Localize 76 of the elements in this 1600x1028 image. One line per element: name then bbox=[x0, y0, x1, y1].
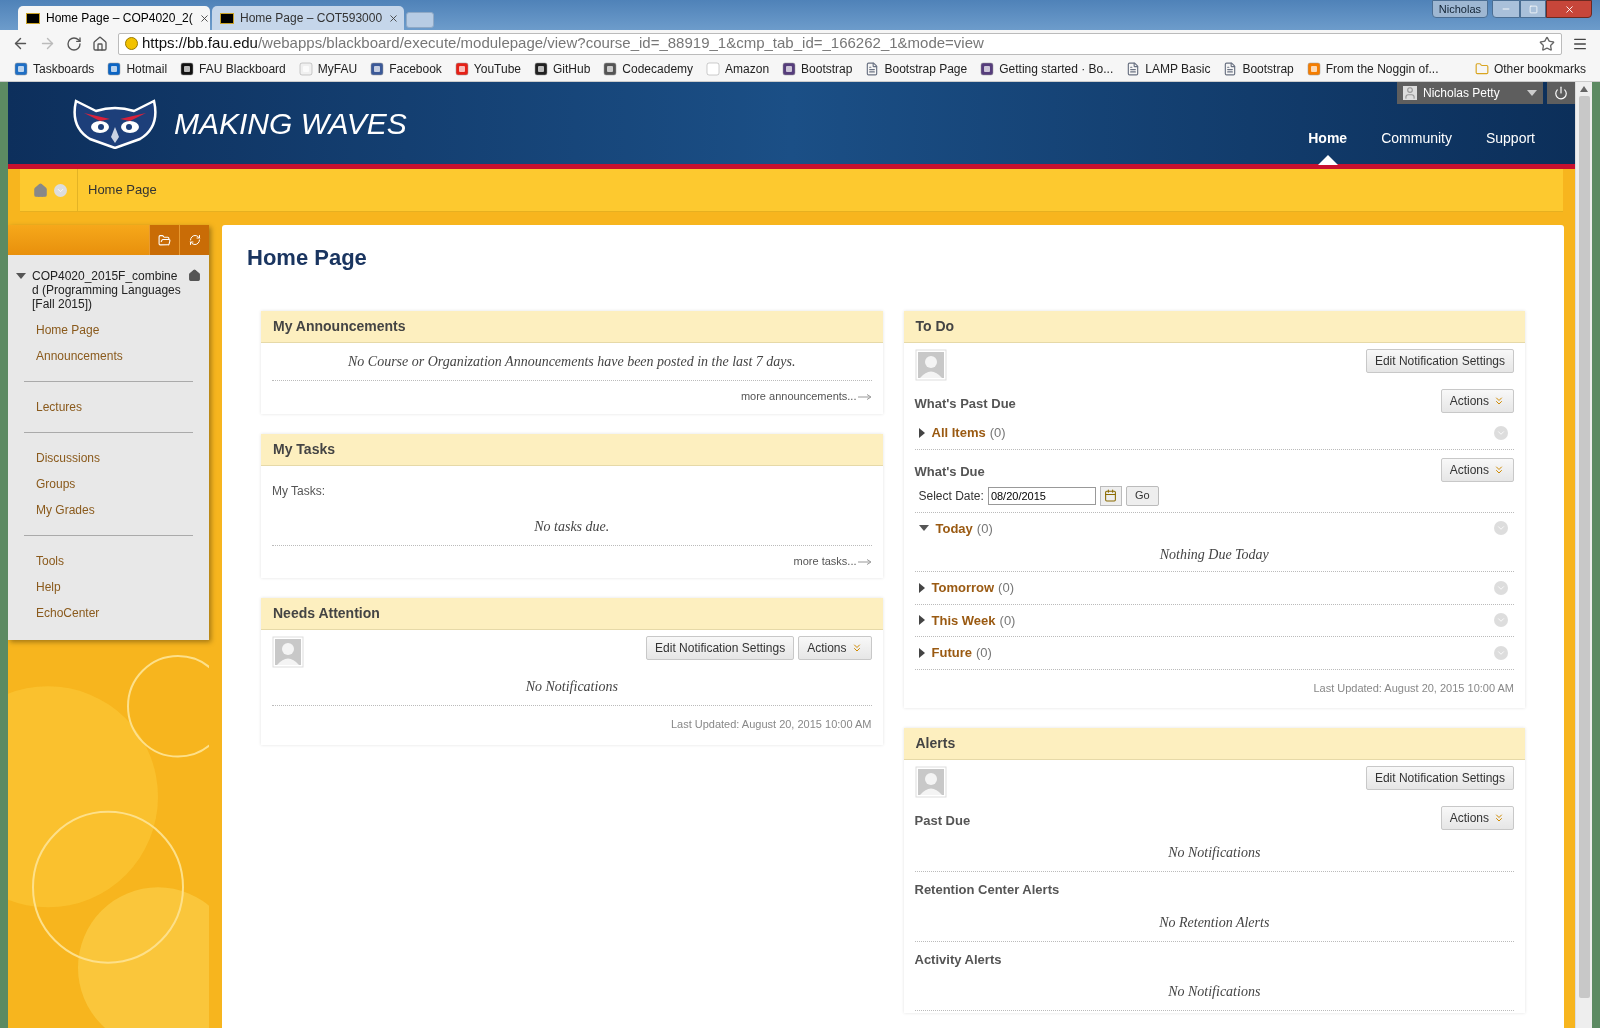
section-heading: Activity Alerts bbox=[914, 950, 1002, 969]
disclosure-toggle[interactable]: Today (0) bbox=[918, 518, 993, 538]
course-menu-link[interactable]: Home Page bbox=[36, 317, 201, 343]
empty-message: No Retention Alerts bbox=[1159, 913, 1270, 932]
course-title[interactable]: COP4020_2015F_combined (Programming Languages [Fall 2015]) bbox=[32, 269, 182, 311]
module-title: My Announcements bbox=[273, 317, 406, 336]
address-bar[interactable]: https://bb.fau.edu/webapps/blackboard/execute/modulepage/view?course_id=_88919_1&cmp_tab_id=_166262_1&mode=view bbox=[118, 32, 1562, 55]
empty-message: No tasks due. bbox=[534, 517, 610, 536]
bookmark-item[interactable]: Bootstrap bbox=[782, 60, 853, 78]
bookmark-item[interactable]: Bootstrap bbox=[1223, 60, 1294, 78]
bookmark-item[interactable]: Codecademy bbox=[603, 60, 694, 78]
profile-button[interactable]: Nicholas bbox=[1431, 0, 1488, 18]
date-field[interactable]: 08/20/2015 bbox=[987, 486, 1096, 505]
empty-message: No Notifications bbox=[1168, 983, 1261, 1001]
breadcrumb-current: Home Page bbox=[88, 181, 157, 200]
edit-notification-settings-button[interactable]: Edit Notification Settings bbox=[1365, 349, 1514, 373]
section-heading: Past Due bbox=[914, 811, 971, 830]
bookmark-item[interactable]: Getting started · Bo... bbox=[980, 60, 1114, 78]
bookmark-item[interactable]: LAMP Basic bbox=[1126, 60, 1211, 78]
module-title: Alerts bbox=[915, 734, 956, 753]
module-title: To Do bbox=[915, 317, 955, 336]
more-link[interactable]: more announcements... bbox=[740, 388, 872, 405]
course-menu-link[interactable]: My Grades bbox=[24, 497, 193, 523]
tasks-label: My Tasks: bbox=[272, 483, 326, 498]
section-heading: What's Past Due bbox=[914, 394, 1016, 413]
more-link[interactable]: more tasks... bbox=[793, 552, 872, 569]
bookmark-item[interactable]: YouTube bbox=[454, 60, 521, 78]
bookmark-item[interactable]: Bootstrap Page bbox=[865, 60, 968, 78]
course-menu-link[interactable]: EchoCenter bbox=[24, 600, 193, 626]
actions-menu-button[interactable]: Actions bbox=[1440, 389, 1514, 413]
course-menu-link[interactable]: Announcements bbox=[36, 343, 201, 369]
edit-notification-settings-button[interactable]: Edit Notification Settings bbox=[1365, 766, 1514, 790]
empty-message: No Notifications bbox=[525, 678, 618, 696]
disclosure-toggle[interactable]: This Week (0) bbox=[918, 610, 1016, 630]
tab-title: Home Page – COP4020_2( bbox=[46, 10, 193, 27]
actions-menu-button[interactable]: Actions bbox=[798, 636, 872, 660]
disclosure-toggle[interactable]: Tomorrow (0) bbox=[918, 578, 1014, 598]
course-menu-link[interactable]: Groups bbox=[24, 471, 193, 497]
select-date-label: Select Date: bbox=[918, 487, 984, 505]
last-updated-text: Last Updated: August 20, 2015 10:00 AM bbox=[1313, 680, 1514, 696]
course-menu-link[interactable]: Discussions bbox=[24, 445, 193, 471]
empty-message: No Course or Organization Announcements have been posted in the last 7 days. bbox=[347, 353, 796, 371]
nav-tab[interactable]: Community bbox=[1381, 128, 1452, 149]
user-menu[interactable]: Nicholas Petty bbox=[1397, 82, 1543, 104]
section-heading: What's Due bbox=[914, 463, 985, 481]
bookmark-item[interactable]: GitHub bbox=[534, 60, 591, 78]
nav-tab[interactable]: Support bbox=[1485, 128, 1535, 149]
browser-tab[interactable]: Home Page – COP4020_2( bbox=[18, 6, 210, 30]
bookmark-item[interactable]: Taskboards bbox=[14, 60, 95, 78]
empty-message: No Notifications bbox=[1168, 844, 1261, 862]
actions-menu-button[interactable]: Actions bbox=[1440, 806, 1514, 830]
empty-message: Nothing Due Today bbox=[1159, 546, 1269, 564]
course-menu-link[interactable]: Help bbox=[24, 574, 193, 600]
bookmark-item[interactable]: FAU Blackboard bbox=[180, 60, 286, 78]
bookmark-item[interactable]: From the Noggin of... bbox=[1306, 60, 1439, 78]
go-button[interactable]: Go bbox=[1125, 485, 1159, 506]
last-updated-text: Last Updated: August 20, 2015 10:00 AM bbox=[670, 717, 872, 732]
browser-tab[interactable]: Home Page – COT593000 bbox=[212, 6, 404, 30]
bookmark-item[interactable]: MyFAU bbox=[298, 60, 358, 78]
section-heading: Retention Center Alerts bbox=[914, 881, 1060, 899]
nav-tab[interactable]: Home bbox=[1308, 128, 1348, 149]
disclosure-toggle[interactable]: All Items (0) bbox=[918, 423, 1006, 443]
site-title: MAKING WAVES bbox=[174, 105, 407, 142]
bookmark-item[interactable]: Hotmail bbox=[107, 60, 168, 78]
course-menu-link[interactable]: Lectures bbox=[24, 394, 193, 420]
other-bookmarks-item[interactable]: Other bookmarks bbox=[1474, 60, 1586, 78]
bookmark-item[interactable]: Facebook bbox=[370, 60, 442, 78]
bookmark-item[interactable]: Amazon bbox=[706, 60, 770, 78]
disclosure-toggle[interactable]: Future (0) bbox=[918, 643, 992, 663]
page-title: Home Page bbox=[247, 244, 368, 272]
tab-title: Home Page – COT593000 bbox=[240, 10, 383, 27]
module-title: Needs Attention bbox=[273, 604, 380, 623]
actions-menu-button[interactable]: Actions bbox=[1440, 457, 1514, 482]
course-menu-link[interactable]: Tools bbox=[24, 548, 193, 574]
edit-notification-settings-button[interactable]: Edit Notification Settings bbox=[646, 636, 795, 660]
module-title: My Tasks bbox=[273, 439, 335, 459]
